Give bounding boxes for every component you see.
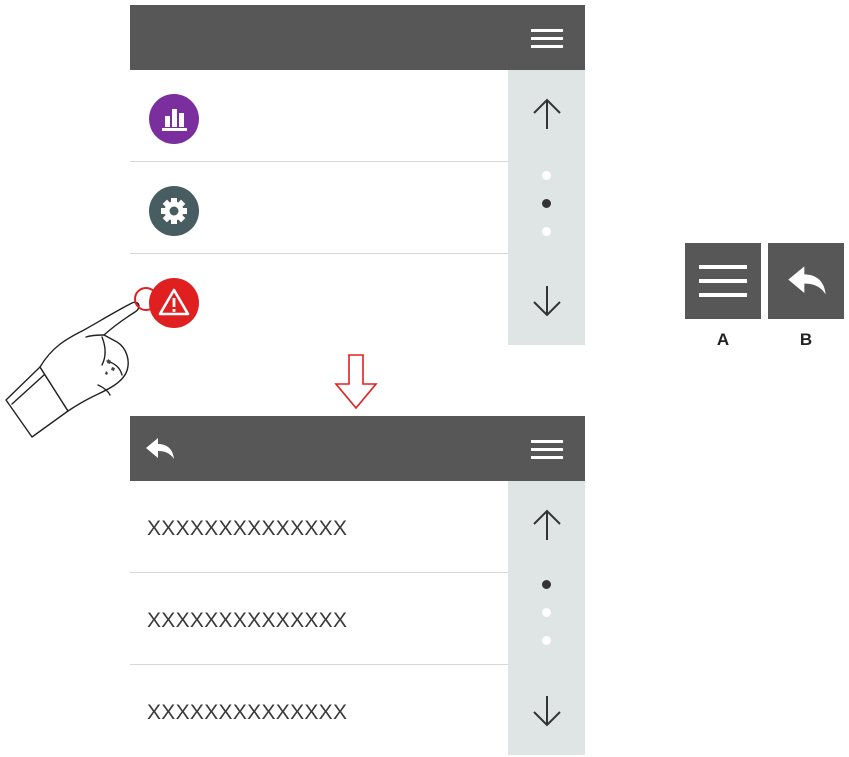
page-dot-1 [542, 171, 551, 180]
legend-label-b: B [799, 330, 813, 349]
menu-icon [699, 265, 747, 297]
legend-menu-button[interactable] [685, 243, 761, 319]
menu-item-alarms[interactable] [130, 254, 508, 346]
legend-back-button[interactable] [768, 243, 844, 319]
scrollbar [508, 70, 585, 345]
scroll-up-arrow-icon[interactable] [530, 97, 564, 131]
bottom-screen: XXXXXXXXXXXXXX XXXXXXXXXXXXXX XXXXXXXXXX… [130, 416, 585, 755]
page-dot-2 [542, 608, 551, 617]
page-dot-3 [542, 636, 551, 645]
scroll-down-arrow-icon[interactable] [530, 694, 564, 728]
scroll-down-arrow-icon[interactable] [530, 284, 564, 318]
menu-item-settings[interactable] [130, 162, 508, 254]
page-dot-3 [542, 227, 551, 236]
legend-label-a: A [716, 330, 730, 349]
top-screen [130, 5, 585, 345]
scroll-up-arrow-icon[interactable] [530, 508, 564, 542]
list-item-label: XXXXXXXXXXXXXX [147, 609, 348, 632]
list-item-label: XXXXXXXXXXXXXX [147, 517, 348, 540]
menu-item-statistics[interactable] [130, 70, 508, 162]
page-dot-1-active [542, 580, 551, 589]
top-header-bar [130, 5, 585, 70]
bottom-header-bar [130, 416, 585, 481]
list-item[interactable]: XXXXXXXXXXXXXX [130, 481, 508, 573]
list-item[interactable]: XXXXXXXXXXXXXX [130, 573, 508, 665]
bar-chart-icon [149, 94, 199, 144]
transition-down-arrow-icon [334, 354, 378, 410]
list-item-label: XXXXXXXXXXXXXX [147, 701, 348, 724]
back-icon [788, 266, 826, 295]
page-dot-2-active [542, 199, 551, 208]
menu-icon[interactable] [531, 27, 563, 49]
list-item[interactable]: XXXXXXXXXXXXXX [130, 665, 508, 757]
scrollbar [508, 481, 585, 755]
gear-icon [149, 186, 199, 236]
menu-icon[interactable] [531, 438, 563, 460]
back-icon[interactable] [142, 434, 178, 464]
